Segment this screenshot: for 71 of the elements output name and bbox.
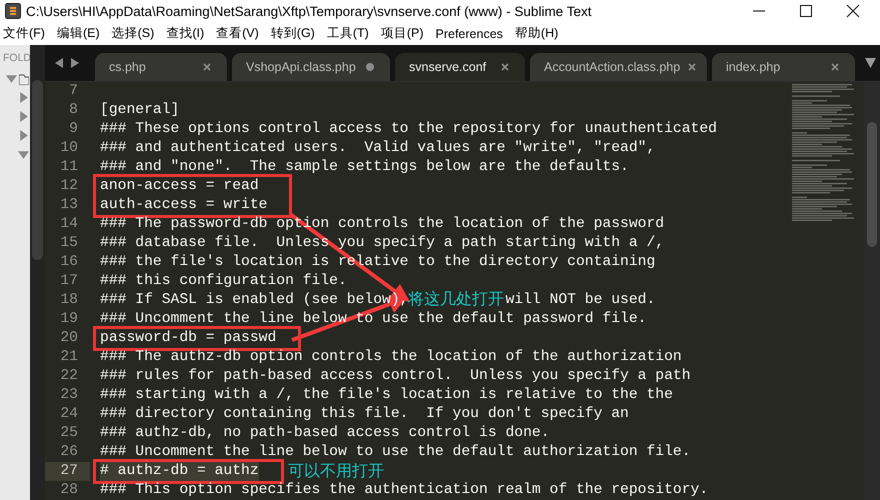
code-line: auth-access = write	[100, 196, 268, 215]
editor-tab[interactable]: index.php	[712, 53, 855, 81]
menu-item[interactable]: 工具(T)	[326, 25, 369, 42]
code-line: [general]	[100, 101, 180, 120]
code-line: ### The authz-db option controls the location of the authorization	[100, 348, 683, 367]
menu-item[interactable]: 项目(P)	[380, 25, 424, 42]
line-number: 23	[59, 386, 79, 405]
editor-tab[interactable]: svnserve.conf	[395, 53, 525, 81]
editor-tab[interactable]: AccountAction.class.php	[530, 53, 707, 81]
dropdown-arrow-icon[interactable]	[865, 58, 876, 68]
folder-icon	[19, 72, 29, 84]
code-line: ### and "none". The sample settings below are the defaults.	[100, 158, 630, 177]
line-number: 24	[59, 405, 79, 424]
editor-tab[interactable]: cs.php	[95, 53, 227, 81]
maximize-icon[interactable]	[799, 4, 813, 18]
window-title: C:\Users\HI\AppData\Roaming\NetSarang\Xftp\Temporary\svnserve.conf (www) - Sublime Text	[26, 4, 592, 18]
line-number: 20	[59, 329, 79, 348]
menu-item[interactable]: 编辑(E)	[56, 25, 100, 42]
annotation-note: 将这几处打开	[408, 289, 504, 310]
menu-item[interactable]: 文件(F)	[3, 25, 45, 42]
line-number: 16	[59, 253, 79, 272]
code-line: ### Uncomment the line below to use the default authorization file.	[100, 443, 692, 462]
scrollbar-thumb[interactable]	[867, 122, 877, 247]
line-number: 8	[68, 101, 79, 120]
scrollbar-thumb[interactable]	[32, 80, 43, 260]
menu-item[interactable]: 转到(G)	[270, 25, 315, 42]
line-number: 9	[68, 120, 79, 139]
menu-item[interactable]: 查找(I)	[166, 25, 204, 42]
expand-arrow-icon[interactable]	[6, 73, 17, 84]
tab-nav-arrows-icon[interactable]	[55, 58, 79, 68]
line-number: 17	[59, 272, 79, 291]
annotation-note: 可以不用打开	[288, 462, 384, 480]
line-number: 18	[59, 291, 79, 310]
code-line: ### rules for path-based access control. Unless you specify a path	[100, 367, 692, 386]
line-number: 25	[59, 424, 79, 443]
code-line: ### This option specifies the authentication realm of the repository.	[100, 481, 710, 500]
collapsed-arrow-icon[interactable]	[18, 92, 29, 103]
line-number: 22	[59, 367, 79, 386]
line-number: 26	[59, 443, 79, 462]
expanded-arrow-icon[interactable]	[18, 149, 29, 160]
code-text: will NOT be used.	[505, 291, 656, 310]
line-number: 14	[59, 215, 79, 234]
code-line: ### Uncomment the line below to use the default password file.	[100, 310, 648, 329]
line-number: 19	[59, 310, 79, 329]
code-line: ### this configuration file.	[100, 272, 348, 291]
code-line: password-db = passwd	[100, 329, 276, 348]
code-line: ### starting with a /, the file's location is relative to the the	[100, 386, 674, 405]
line-number: 28	[59, 481, 79, 500]
line-number: 10	[59, 139, 79, 158]
line-number: 12	[59, 177, 79, 196]
code-line: anon-access = read	[100, 177, 260, 196]
menu-item[interactable]: 选择(S)	[112, 25, 154, 42]
menu-item[interactable]: Preferences	[436, 26, 503, 40]
line-number: 11	[59, 158, 79, 177]
menu-item[interactable]: 帮助(H)	[514, 25, 558, 42]
app-icon	[5, 3, 21, 19]
close-icon[interactable]	[846, 4, 860, 18]
editor-tab[interactable]: VshopApi.class.php	[232, 53, 390, 81]
line-number: 13	[59, 196, 79, 215]
code-line: ### and authenticated users. Valid values are "write", "read",	[100, 139, 656, 158]
collapsed-arrow-icon[interactable]	[18, 130, 29, 141]
line-number: 15	[59, 234, 79, 253]
code-line: ### database file. Unless you specify a path starting with a /,	[100, 234, 666, 253]
collapsed-arrow-icon[interactable]	[18, 111, 29, 122]
menu-item[interactable]: 查看(V)	[216, 25, 259, 42]
line-number: 27	[45, 462, 90, 481]
line-number: 21	[59, 348, 79, 367]
code-line: ### directory containing this file. If you don't specify an	[100, 405, 630, 424]
line-number: 7	[68, 82, 79, 101]
code-line: ### authz-db, no path-based access control is done.	[100, 424, 551, 443]
code-line: ### These options control access to the repository for unauthenticated	[100, 120, 718, 139]
